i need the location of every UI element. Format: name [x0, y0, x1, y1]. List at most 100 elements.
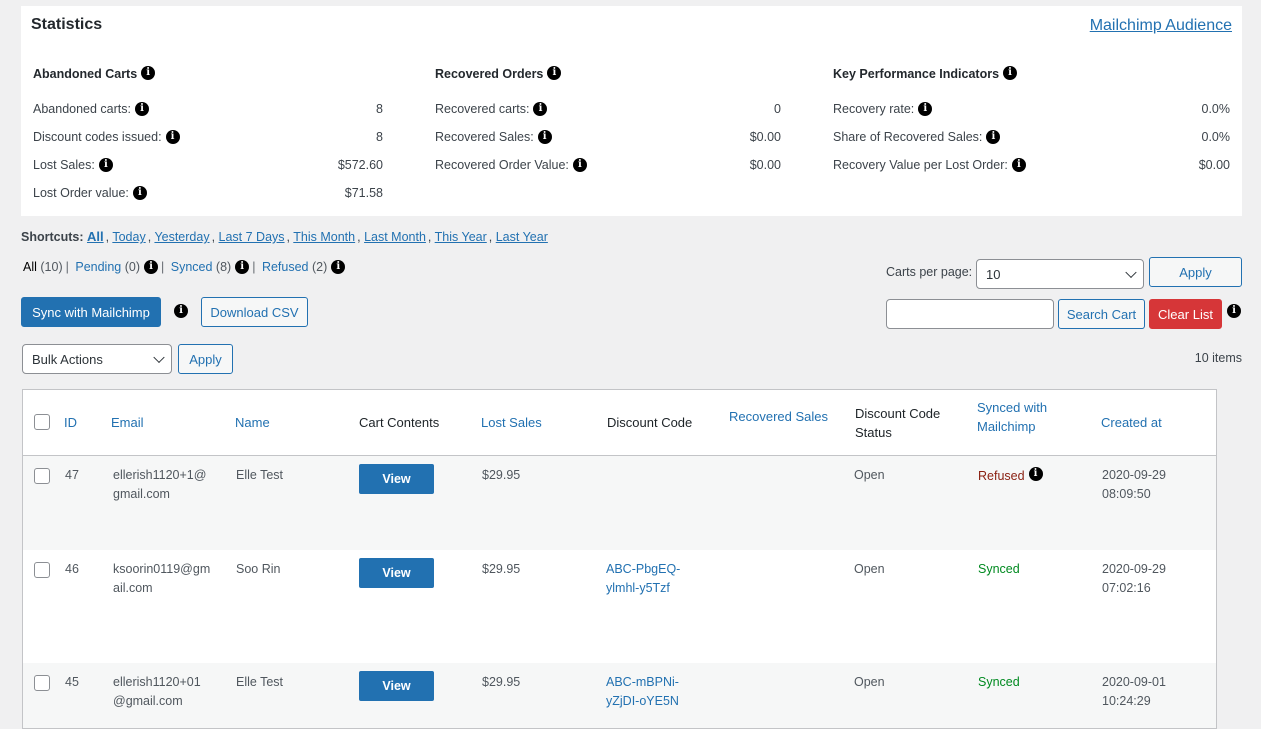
search-cart-button[interactable]: Search Cart	[1058, 299, 1145, 329]
column-discount-code-status-1: Discount Code	[855, 406, 941, 421]
row-email-line-2: gmail.com	[113, 487, 170, 501]
download-csv-button[interactable]: Download CSV	[201, 297, 308, 327]
filter-synced[interactable]: Synced	[171, 260, 213, 274]
row-time: 08:09:50	[1102, 487, 1151, 501]
info-icon[interactable]: i	[1011, 158, 1026, 172]
shortcuts-label: Shortcuts:	[21, 230, 84, 244]
column-lost-sales[interactable]: Lost Sales	[481, 413, 542, 432]
info-icon[interactable]: i	[165, 130, 180, 144]
select-all-checkbox[interactable]	[34, 414, 50, 430]
row-checkbox[interactable]	[34, 468, 50, 484]
table-row: 47 ellerish1120+1@ gmail.com Elle Test V…	[23, 456, 1216, 550]
search-cart-input[interactable]	[886, 299, 1054, 329]
info-icon[interactable]: i	[331, 260, 346, 274]
row-name: Soo Rin	[236, 562, 281, 576]
table-row: 45 ellerish1120+01 @gmail.com Elle Test …	[23, 663, 1216, 728]
row-checkbox[interactable]	[34, 675, 50, 691]
info-icon[interactable]: i	[547, 66, 562, 80]
column-email[interactable]: Email	[111, 413, 144, 432]
stat-row: Share of Recovered Sales: i 0.0%	[833, 130, 1230, 158]
shortcut-last-year[interactable]: Last Year	[496, 230, 548, 244]
row-email-line-1: ellerish1120+01	[113, 675, 201, 689]
view-cart-button[interactable]: View	[359, 558, 434, 588]
kpi-section: Key Performance Indicators i Recovery rat…	[833, 66, 1230, 186]
column-recovered-sales[interactable]: Recovered Sales	[729, 407, 828, 426]
column-synced-1[interactable]: Synced with	[977, 398, 1047, 417]
column-cart-contents: Cart Contents	[359, 415, 440, 430]
sync-status-label: Refused	[978, 469, 1025, 483]
sync-with-mailchimp-button[interactable]: Sync with Mailchimp	[21, 297, 161, 327]
row-sync-status: Refused i	[978, 467, 1043, 486]
view-cart-button[interactable]: View	[359, 671, 434, 701]
view-cart-button[interactable]: View	[359, 464, 434, 494]
recovered-orders-heading: Recovered Orders	[435, 67, 544, 81]
recovered-orders-section: Recovered Orders i Recovered carts: i 0 Rec…	[435, 66, 781, 186]
filter-count: (2)	[311, 260, 328, 274]
carts-per-page-label: Carts per page:	[886, 265, 973, 279]
carts-table: ID Email Name Cart Contents Lost Sales D…	[22, 389, 1217, 729]
row-id: 47	[65, 468, 79, 482]
shortcut-last-7-days[interactable]: Last 7 Days	[219, 230, 285, 244]
info-icon[interactable]: i	[1028, 467, 1043, 481]
info-icon[interactable]: i	[918, 102, 933, 116]
table-header: ID Email Name Cart Contents Lost Sales D…	[23, 390, 1216, 456]
bulk-actions-value: Bulk Actions	[32, 351, 103, 367]
mailchimp-audience-link[interactable]: Mailchimp Audience	[1090, 17, 1232, 35]
info-icon[interactable]: i	[572, 158, 587, 172]
row-lost-sales: $29.95	[482, 562, 521, 576]
bulk-actions-select[interactable]: Bulk Actions	[22, 344, 172, 374]
column-created-at[interactable]: Created at	[1101, 413, 1162, 432]
column-discount-code-status-2: Status	[855, 425, 892, 440]
row-id: 45	[65, 675, 79, 689]
info-icon[interactable]: i	[235, 260, 250, 274]
per-page-apply-button[interactable]: Apply	[1149, 257, 1242, 287]
chevron-down-icon	[153, 351, 165, 364]
stat-label: Discount codes issued:	[33, 130, 162, 144]
row-status: Open	[854, 562, 885, 576]
shortcut-this-month[interactable]: This Month	[293, 230, 355, 244]
info-icon[interactable]: i	[533, 102, 548, 116]
row-time: 10:24:29	[1102, 694, 1151, 708]
filter-all[interactable]: All	[23, 260, 37, 274]
row-time: 07:02:16	[1102, 581, 1151, 595]
info-icon[interactable]: i	[135, 102, 149, 116]
info-icon[interactable]: i	[986, 130, 1001, 144]
info-icon[interactable]: i	[1003, 66, 1018, 80]
stat-label: Lost Order value:	[33, 186, 129, 200]
info-icon[interactable]: i	[1227, 304, 1241, 318]
stat-label: Abandoned carts:	[33, 102, 131, 116]
info-icon[interactable]: i	[174, 304, 188, 318]
column-id[interactable]: ID	[64, 413, 77, 432]
shortcut-yesterday[interactable]: Yesterday	[154, 230, 209, 244]
row-lost-sales: $29.95	[482, 675, 521, 689]
shortcut-all[interactable]: All	[87, 229, 104, 244]
shortcut-last-month[interactable]: Last Month	[364, 230, 426, 244]
items-count: 10 items	[1194, 351, 1242, 365]
info-icon[interactable]: i	[537, 130, 552, 144]
info-icon[interactable]: i	[141, 66, 156, 80]
row-date: 2020-09-01	[1102, 675, 1166, 689]
column-name[interactable]: Name	[235, 413, 270, 432]
stat-label: Recovery Value per Lost Order:	[833, 158, 1008, 172]
shortcut-this-year[interactable]: This Year	[435, 230, 487, 244]
info-icon[interactable]: i	[132, 186, 147, 200]
stat-value: 8	[376, 102, 383, 116]
column-synced-2[interactable]: Mailchimp	[977, 417, 1036, 436]
row-checkbox[interactable]	[34, 562, 50, 578]
abandoned-carts-section: Abandoned Carts i Abandoned carts: i 8 Disc…	[33, 66, 383, 214]
stat-value: $0.00	[749, 130, 781, 144]
carts-per-page-value: 10	[986, 266, 1001, 282]
bulk-apply-button[interactable]: Apply	[178, 344, 233, 374]
shortcut-today[interactable]: Today	[112, 230, 145, 244]
carts-per-page-select[interactable]: 10	[976, 259, 1144, 289]
row-discount-code-line-2: ylmhl-y5Tzf	[606, 581, 670, 595]
info-icon[interactable]: i	[98, 158, 113, 172]
filter-count: (10)	[40, 260, 63, 274]
filter-pending[interactable]: Pending	[75, 260, 121, 274]
row-name: Elle Test	[236, 468, 284, 482]
stat-label: Lost Sales:	[33, 158, 95, 172]
filter-refused[interactable]: Refused	[262, 260, 309, 274]
clear-list-button[interactable]: Clear List	[1149, 299, 1222, 329]
filter-count: (8)	[215, 260, 232, 274]
info-icon[interactable]: i	[144, 260, 158, 274]
